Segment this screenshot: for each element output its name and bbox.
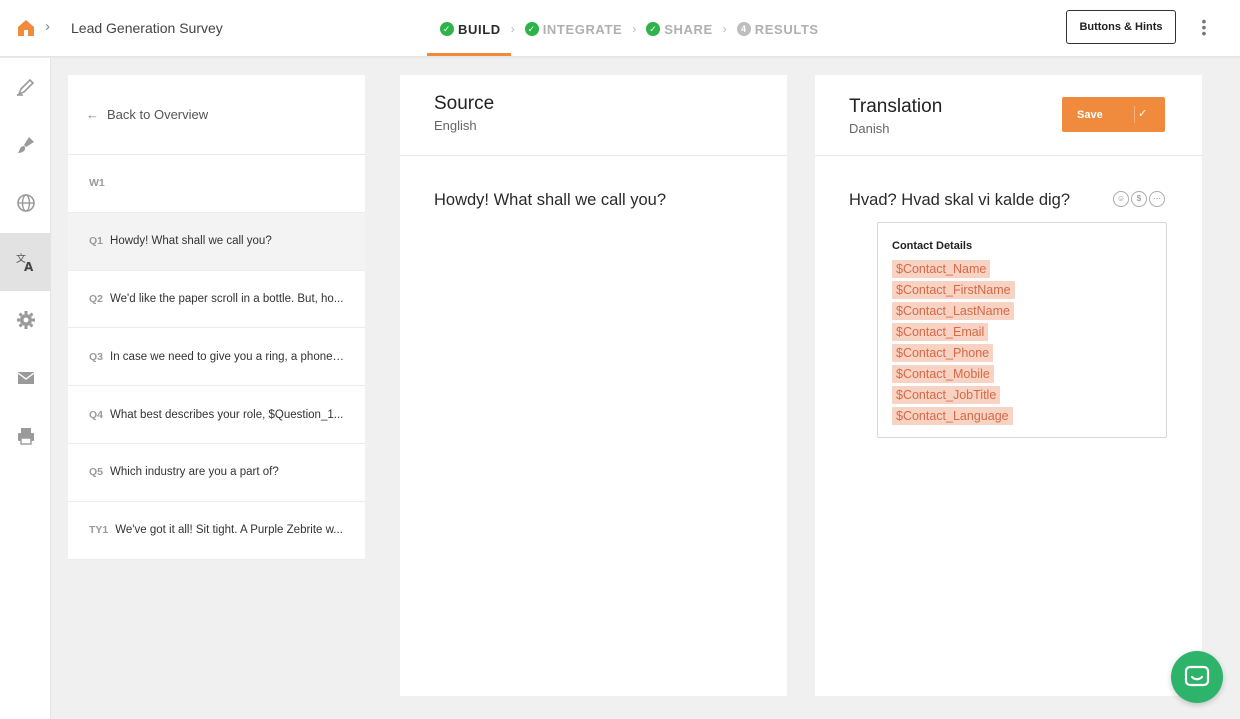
variable-tag[interactable]: $Contact_Email [892, 323, 989, 341]
variable-picker-dropdown: Contact Details $Contact_Name $Contact_F… [877, 222, 1167, 438]
question-text: We'd like the paper scroll in a bottle. … [110, 292, 344, 305]
emoji-icon[interactable]: ☺ [1113, 191, 1129, 207]
rail-item-messages[interactable] [0, 349, 51, 407]
question-text: In case we need to give you a ring, a ph… [110, 350, 346, 363]
chat-launcher-button[interactable] [1171, 651, 1223, 703]
save-button[interactable]: Save ✓ [1062, 97, 1165, 132]
button-divider [1134, 106, 1135, 123]
back-to-overview-link[interactable]: ← Back to Overview [68, 75, 365, 155]
variable-tag[interactable]: $Contact_FirstName [892, 281, 1015, 299]
checkmark-icon: ✓ [1138, 108, 1148, 120]
step-results[interactable]: 4 RESULTS [736, 21, 819, 37]
buttons-hints-button[interactable]: Buttons & Hints [1066, 10, 1176, 44]
chevron-right-icon: › [510, 22, 515, 36]
source-language: English [434, 118, 477, 133]
variable-tag[interactable]: $Contact_Mobile [892, 365, 994, 383]
rail-item-print[interactable] [0, 407, 51, 465]
question-id: W1 [89, 177, 105, 190]
chat-icon [1184, 665, 1210, 687]
globe-icon [16, 194, 35, 212]
step-integrate[interactable]: ✓ INTEGRATE [524, 21, 623, 37]
question-text: Which industry are you a part of? [110, 466, 279, 479]
pencil-icon [16, 78, 34, 96]
more-icon[interactable]: ⋯ [1149, 191, 1165, 207]
source-title: Source [434, 93, 495, 114]
check-circle-icon: ✓ [646, 22, 661, 36]
question-id: Q1 [89, 235, 104, 248]
question-id: Q2 [89, 292, 104, 305]
question-row-w1[interactable]: W1 [68, 155, 365, 213]
step-number-badge: 4 [736, 22, 751, 36]
rail-item-translate[interactable]: 文A [0, 233, 51, 291]
left-navigation-rail: 文A [0, 58, 51, 719]
save-label: Save [1077, 108, 1103, 121]
dollar-variable-icon[interactable]: $ [1131, 191, 1147, 207]
paintbrush-icon [17, 137, 34, 153]
variable-tag[interactable]: $Contact_Language [892, 407, 1013, 425]
arrow-left-icon: ← [86, 107, 99, 122]
source-question-text: Howdy! What shall we call you? [434, 191, 667, 209]
active-step-indicator [427, 53, 511, 56]
chevron-right-icon: › [722, 22, 727, 36]
envelope-icon [17, 372, 34, 384]
question-row-q2[interactable]: Q2 We'd like the paper scroll in a bottl… [68, 271, 365, 329]
question-list-panel: ← Back to Overview W1 Q1 Howdy! What sha… [68, 75, 365, 560]
home-icon[interactable] [16, 18, 36, 38]
translation-question-input[interactable]: Hvad? Hvad skal vi kalde dig? [849, 191, 1070, 210]
insert-toolbar: ☺ $ ⋯ [1113, 191, 1165, 207]
translate-icon: 文A [16, 252, 34, 273]
source-panel: Source English Howdy! What shall we call… [400, 75, 787, 696]
step-share[interactable]: ✓ SHARE [646, 22, 713, 37]
question-id: TY1 [89, 524, 109, 537]
question-text: What best describes your role, $Question… [110, 408, 344, 421]
translation-title: Translation [849, 96, 943, 117]
translation-header: Translation Danish Save ✓ [815, 75, 1202, 156]
question-id: Q3 [89, 350, 104, 363]
more-options-icon[interactable]: • • • [1196, 14, 1212, 40]
question-row-q5[interactable]: Q5 Which industry are you a part of? [68, 444, 365, 502]
question-row-q1[interactable]: Q1 Howdy! What shall we call you? [68, 212, 365, 271]
step-results-label: RESULTS [754, 21, 819, 37]
question-text: Howdy! What shall we call you? [110, 235, 272, 248]
chevron-right-icon: › [45, 18, 50, 35]
chevron-right-icon: › [632, 22, 637, 36]
rail-item-languages[interactable] [0, 174, 51, 232]
variable-tag[interactable]: $Contact_Name [892, 260, 991, 278]
survey-title[interactable]: Lead Generation Survey [71, 20, 223, 36]
question-row-ty1[interactable]: TY1 We've got it all! Sit tight. A Purpl… [68, 502, 365, 560]
question-id: Q4 [89, 408, 104, 421]
step-share-label: SHARE [664, 21, 713, 37]
question-id: Q5 [89, 466, 104, 479]
contact-details-heading: Contact Details [892, 240, 973, 252]
workflow-steps: ✓ BUILD › ✓ INTEGRATE › ✓ SHARE › 4 RESU… [440, 19, 819, 39]
question-row-q4[interactable]: Q4 What best describes your role, $Quest… [68, 386, 365, 444]
variable-tag-list: $Contact_Name $Contact_FirstName $Contac… [892, 260, 1015, 428]
check-circle-icon: ✓ [440, 22, 454, 36]
question-text: We've got it all! Sit tight. A Purple Ze… [115, 524, 343, 537]
printer-icon [17, 428, 34, 445]
variable-tag[interactable]: $Contact_Phone [892, 344, 994, 362]
svg-text:A: A [24, 260, 34, 273]
variable-tag[interactable]: $Contact_LastName [892, 302, 1014, 320]
rail-item-design[interactable] [0, 116, 51, 174]
variable-tag[interactable]: $Contact_JobTitle [892, 386, 1001, 404]
top-bar: › Lead Generation Survey ✓ BUILD › ✓ INT… [0, 0, 1240, 57]
translation-language: Danish [849, 121, 890, 136]
step-build[interactable]: ✓ BUILD [440, 22, 501, 37]
gear-icon [16, 311, 35, 329]
step-build-label: BUILD [458, 21, 501, 37]
back-label: Back to Overview [107, 107, 209, 122]
source-header: Source English [400, 75, 787, 156]
translation-panel: Translation Danish Save ✓ Hvad? Hvad ska… [815, 75, 1202, 696]
rail-item-settings[interactable] [0, 291, 51, 349]
check-circle-icon: ✓ [524, 22, 539, 36]
rail-item-build[interactable] [0, 58, 51, 116]
step-integrate-label: INTEGRATE [542, 21, 623, 37]
question-row-q3[interactable]: Q3 In case we need to give you a ring, a… [68, 328, 365, 387]
